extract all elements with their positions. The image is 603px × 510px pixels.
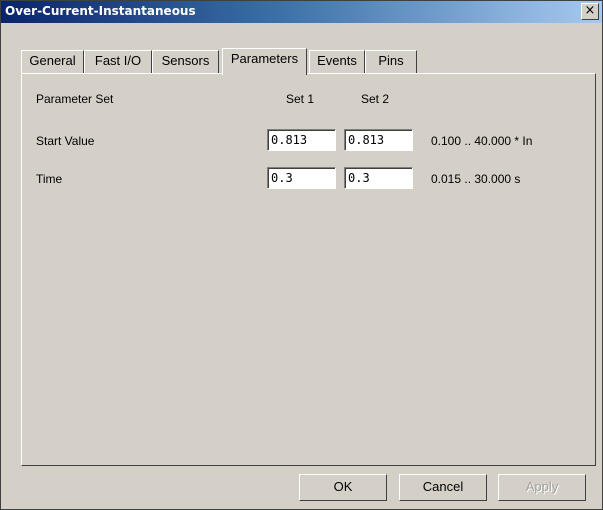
apply-button[interactable]: Apply — [498, 474, 586, 501]
parameters-panel: Parameter Set Set 1 Set 2 Start Value 0.… — [21, 73, 596, 466]
tab-general[interactable]: General — [21, 50, 84, 74]
close-button[interactable]: × — [581, 3, 599, 20]
time-label: Time — [36, 172, 63, 186]
set2-column-header: Set 2 — [361, 92, 390, 106]
start-value-set1-input[interactable]: 0.813 — [267, 129, 336, 151]
tab-sensors[interactable]: Sensors — [152, 50, 219, 74]
tab-events[interactable]: Events — [309, 50, 365, 74]
cancel-button[interactable]: Cancel — [399, 474, 487, 501]
tab-pins[interactable]: Pins — [365, 50, 417, 74]
time-set1-input[interactable]: 0.3 — [267, 167, 336, 189]
tab-parameters[interactable]: Parameters — [222, 48, 307, 75]
dialog-window: Over-Current-Instantaneous × General Fas… — [0, 0, 603, 510]
start-value-set2-input[interactable]: 0.813 — [344, 129, 413, 151]
tab-fast-io[interactable]: Fast I/O — [84, 50, 152, 74]
title-bar[interactable]: Over-Current-Instantaneous × — [1, 1, 602, 23]
start-value-range: 0.100 .. 40.000 * In — [431, 134, 533, 148]
time-set2-input[interactable]: 0.3 — [344, 167, 413, 189]
set1-column-header: Set 1 — [286, 92, 315, 106]
time-range: 0.015 .. 30.000 s — [431, 172, 521, 186]
ok-button[interactable]: OK — [299, 474, 387, 501]
window-title: Over-Current-Instantaneous — [5, 4, 196, 18]
close-icon: × — [584, 3, 596, 18]
parameter-set-label: Parameter Set — [36, 92, 114, 106]
start-value-label: Start Value — [36, 134, 95, 148]
